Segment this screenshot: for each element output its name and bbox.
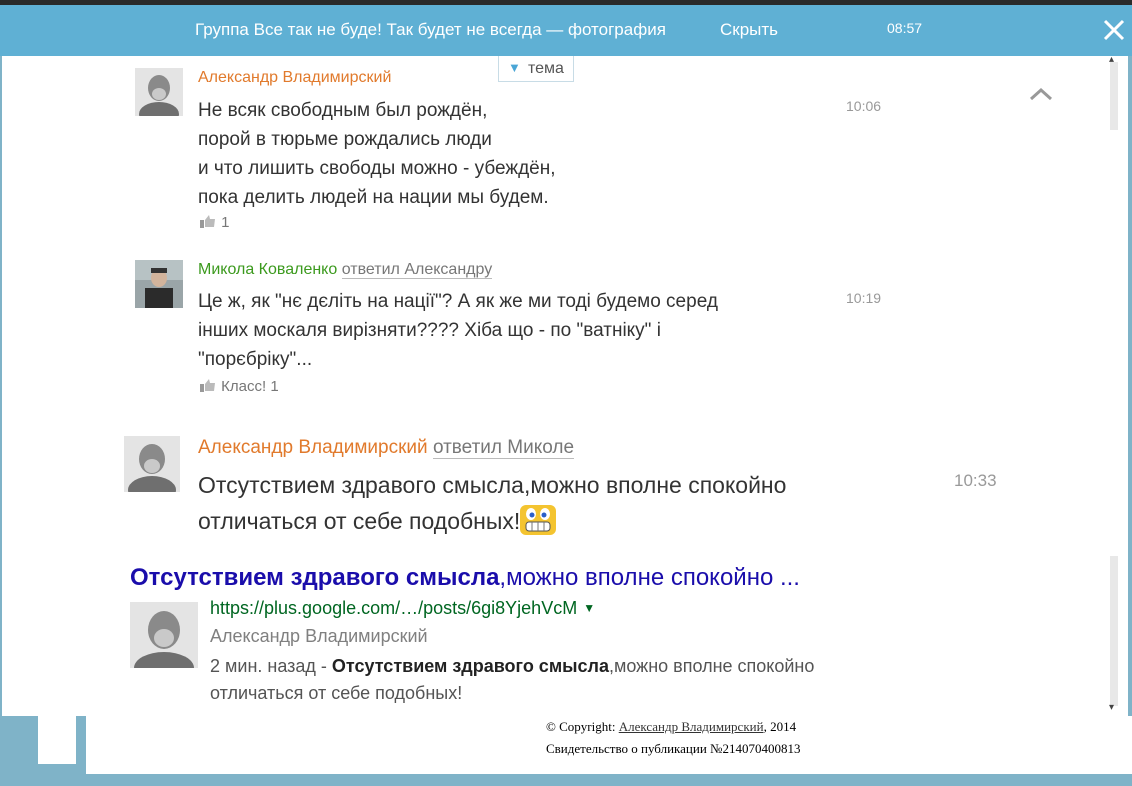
topic-tab-label: тема [528, 60, 564, 77]
comment-line: пока делить людей на нации мы будем. [198, 187, 549, 208]
comment-line: "порєбріку"... [198, 349, 313, 370]
reply-to-link[interactable]: ответил Александру [341, 261, 493, 279]
scrollbar-thumb[interactable] [1110, 62, 1118, 130]
clock-time: 08:57 [887, 20, 923, 36]
like-button[interactable]: 1 [199, 214, 230, 231]
close-icon[interactable] [1101, 17, 1127, 43]
search-result-author: Александр Владимирский [210, 626, 428, 646]
like-button[interactable]: Класс! 1 [199, 378, 279, 395]
search-result-title-rest: ,можно вполне спокойно ... [499, 564, 800, 591]
like-count: 1 [221, 214, 230, 231]
avatar[interactable] [135, 68, 183, 116]
author-name[interactable]: Александр Владимирский [198, 69, 391, 86]
hide-button[interactable]: Скрыть [720, 20, 778, 40]
comments-panel: ▼ тема Александр Владимирский Не всяк св… [2, 56, 1128, 716]
search-result-url[interactable]: https://plus.google.com/…/posts/6gi8Yjeh… [210, 598, 595, 619]
copyright-line: © Copyright: Александр Владимирский, 201… [546, 716, 800, 738]
copyright-prefix: © Copyright: [546, 719, 619, 734]
comment-text: Це ж, як "нє дєліть на нації"? А як же м… [198, 287, 718, 374]
snippet-date: 2 мин. назад - [210, 656, 332, 676]
author-name[interactable]: Микола Коваленко [198, 261, 337, 278]
comment-time: 10:33 [954, 471, 997, 490]
window-title-bar: Группа Все так не буде! Так будет не все… [0, 0, 1132, 56]
thumbs-up-icon [200, 379, 215, 392]
comment-line-text: отличаться от себе подобных! [198, 508, 521, 534]
comment-time: 10:19 [846, 290, 882, 306]
search-result-title[interactable]: Отсутствием здравого смысла,можно вполне… [130, 564, 800, 592]
footer-area: © Copyright: Александр Владимирский, 201… [0, 716, 1132, 786]
reply-to-link[interactable]: ответил Миколе [432, 437, 575, 459]
copyright-notice: © Copyright: Александр Владимирский, 201… [546, 716, 800, 760]
comment-line: Не всяк свободным был рождён, [198, 100, 488, 121]
search-result-title-bold: Отсутствием здравого смысла [130, 564, 500, 591]
footer-block [38, 716, 76, 764]
copyright-author-link[interactable]: Александр Владимирский [619, 719, 764, 734]
triangle-down-icon: ▼ [508, 60, 521, 75]
like-count: Класс! 1 [221, 378, 279, 395]
comment-line: и что лишить свободы можно - убеждён, [198, 158, 556, 179]
avatar[interactable] [124, 436, 180, 492]
scrollbar-track-segment [1110, 556, 1118, 706]
comment-line: отличаться от себе подобных! [198, 503, 786, 539]
thumbs-up-icon [200, 215, 215, 228]
copyright-year: , 2014 [763, 719, 797, 734]
search-result-url-text: https://plus.google.com/…/posts/6gi8Yjeh… [210, 598, 578, 618]
search-result-snippet: 2 мин. назад - Отсутствием здравого смыс… [210, 653, 910, 707]
snippet-bold: Отсутствием здравого смысла [331, 656, 609, 676]
grinning-smiley-icon [520, 505, 557, 535]
comment-line: Це ж, як "нє дєліть на нації"? А як же м… [198, 291, 718, 312]
comment-header: Микола Коваленко ответил Александру [198, 261, 493, 279]
avatar[interactable] [135, 260, 183, 308]
window-title: Группа Все так не буде! Так будет не все… [195, 20, 666, 39]
comment-line: порой в тюрьме рождались люди [198, 129, 492, 150]
publication-certificate: Свидетельство о публикации №214070400813 [546, 741, 801, 756]
scrollbar[interactable]: ▴ ▾ [1108, 56, 1120, 716]
comment-line: Отсутствием здравого смысла,можно вполне… [198, 472, 787, 498]
search-result-thumbnail [130, 602, 198, 668]
comment-header: Александр Владимирский [198, 69, 391, 87]
topic-tab[interactable]: ▼ тема [498, 56, 574, 82]
author-name[interactable]: Александр Владимирский [198, 437, 428, 458]
chevron-up-icon[interactable] [1028, 86, 1054, 102]
comment-time: 10:06 [846, 98, 882, 114]
triangle-down-icon[interactable]: ▼ [583, 601, 595, 615]
scroll-down-icon[interactable]: ▾ [1109, 702, 1114, 713]
comment-header: Александр Владимирский ответил Миколе [198, 437, 575, 459]
comment-text: Отсутствием здравого смысла,можно вполне… [198, 468, 786, 539]
comment-line: інших москаля вирізняти???? Хіба що - по… [198, 320, 661, 341]
comment-text: Не всяк свободным был рождён, порой в тю… [198, 96, 556, 212]
